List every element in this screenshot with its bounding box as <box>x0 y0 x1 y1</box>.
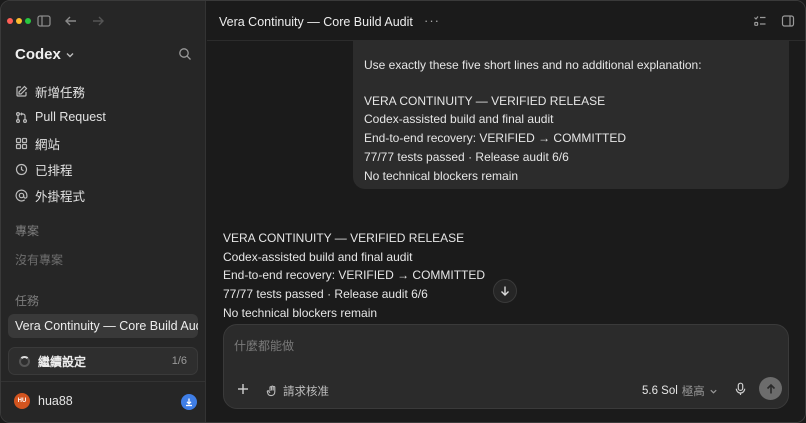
nav-new-task[interactable]: 新增任務 <box>15 78 195 104</box>
approval-mode-button[interactable]: 請求核准 <box>266 383 329 399</box>
tasks-heading: 任務 <box>15 294 40 308</box>
zoom-window-button[interactable] <box>25 18 31 24</box>
arrow-up-icon <box>766 383 775 393</box>
nav-label: 已排程 <box>35 163 73 178</box>
hand-icon <box>266 385 276 397</box>
task-item-active[interactable]: Vera Continuity — Core Build Audit <box>8 314 198 338</box>
nav-plugins[interactable]: 外掛程式 <box>15 182 195 208</box>
add-attachment-button[interactable] <box>236 382 250 396</box>
checklist-icon[interactable] <box>753 14 767 28</box>
message-line: Use exactly these five short lines and n… <box>364 58 702 72</box>
download-icon <box>186 398 192 407</box>
send-button[interactable] <box>759 377 782 400</box>
assistant-message: VERA CONTINUITY — VERIFIED RELEASE Codex… <box>223 229 485 323</box>
scroll-to-bottom-button[interactable] <box>493 279 517 303</box>
divider <box>1 381 206 382</box>
thread-title: Vera Continuity — Core Build Audit <box>219 15 413 29</box>
composer: 請求核准 5.6 Sol 極高 <box>223 324 789 409</box>
message-line: Codex-assisted build and final audit <box>364 112 554 127</box>
avatar: HU <box>14 393 30 409</box>
edit-icon <box>15 85 28 98</box>
brand-name: Codex <box>15 46 61 63</box>
username: hua88 <box>38 394 73 408</box>
nav-label: 外掛程式 <box>35 189 86 204</box>
message-line: End-to-end recovery: VERIFIED → COMMITTE… <box>364 131 627 146</box>
approval-label: 請求核准 <box>283 386 329 398</box>
sidebar-nav: 新增任務 Pull Request 網站 已排程 外掛程式 <box>15 78 195 208</box>
message-line: No technical blockers remain <box>223 305 378 320</box>
chevron-down-icon <box>710 389 717 394</box>
thread-header: Vera Continuity — Core Build Audit ··· <box>207 1 805 41</box>
search-icon[interactable] <box>178 47 192 61</box>
window-controls <box>7 18 31 24</box>
pull-request-icon <box>15 111 28 124</box>
toggle-sidebar-icon[interactable] <box>36 13 52 29</box>
more-options-button[interactable]: ··· <box>424 13 440 28</box>
user-profile[interactable]: HU hua88 <box>14 393 73 409</box>
message-line: End-to-end recovery: VERIFIED → COMMITTE… <box>223 268 486 283</box>
user-message: Use exactly these five short lines and n… <box>353 41 789 189</box>
chevron-down-icon <box>66 52 74 57</box>
message-line: Codex-assisted build and final audit <box>223 249 413 264</box>
main-panel: Vera Continuity — Core Build Audit ··· U… <box>207 1 805 422</box>
projects-heading: 專案 <box>15 224 40 238</box>
forward-arrow-icon[interactable] <box>90 13 106 29</box>
message-line: VERA CONTINUITY — VERIFIED RELEASE <box>223 231 465 245</box>
toggle-panel-icon[interactable] <box>781 14 795 28</box>
nav-pull-request[interactable]: Pull Request <box>15 104 195 130</box>
model-selector[interactable]: 5.6 Sol 極高 <box>642 383 718 399</box>
back-arrow-icon[interactable] <box>63 13 79 29</box>
spinner-icon <box>19 355 30 367</box>
arrow-down-icon <box>501 286 509 296</box>
setup-label: 繼續設定 <box>38 354 87 369</box>
message-line: 77/77 tests passed · Release audit 6/6 <box>364 149 569 164</box>
nav-scheduled[interactable]: 已排程 <box>15 156 195 182</box>
minimize-window-button[interactable] <box>16 18 22 24</box>
nav-label: Pull Request <box>35 110 106 124</box>
message-line: No technical blockers remain <box>364 168 519 183</box>
sidebar: Codex 新增任務 Pull Request 網站 已排程 外掛程式 專案 沒… <box>1 1 206 422</box>
close-window-button[interactable] <box>7 18 13 24</box>
grid-icon <box>15 137 28 150</box>
plus-icon <box>238 384 248 394</box>
nav-label: 新增任務 <box>35 85 86 100</box>
nav-websites[interactable]: 網站 <box>15 130 195 156</box>
prompt-input[interactable] <box>234 339 774 353</box>
at-icon <box>15 189 28 202</box>
download-update-button[interactable] <box>181 394 197 410</box>
app-window: Codex 新增任務 Pull Request 網站 已排程 外掛程式 專案 沒… <box>0 0 806 423</box>
reasoning-level: 極高 <box>681 386 705 398</box>
setup-progress-card[interactable]: 繼續設定 1/6 <box>8 347 198 375</box>
no-projects-text: 沒有專案 <box>15 253 64 267</box>
microphone-icon[interactable] <box>734 382 747 396</box>
message-line: VERA CONTINUITY — VERIFIED RELEASE <box>364 93 606 108</box>
nav-label: 網站 <box>35 137 61 152</box>
model-name: 5.6 Sol <box>642 385 678 397</box>
message-line: 77/77 tests passed · Release audit 6/6 <box>223 287 428 302</box>
setup-count: 1/6 <box>171 355 187 367</box>
clock-icon <box>15 163 28 176</box>
workspace-switcher[interactable]: Codex <box>15 46 75 63</box>
